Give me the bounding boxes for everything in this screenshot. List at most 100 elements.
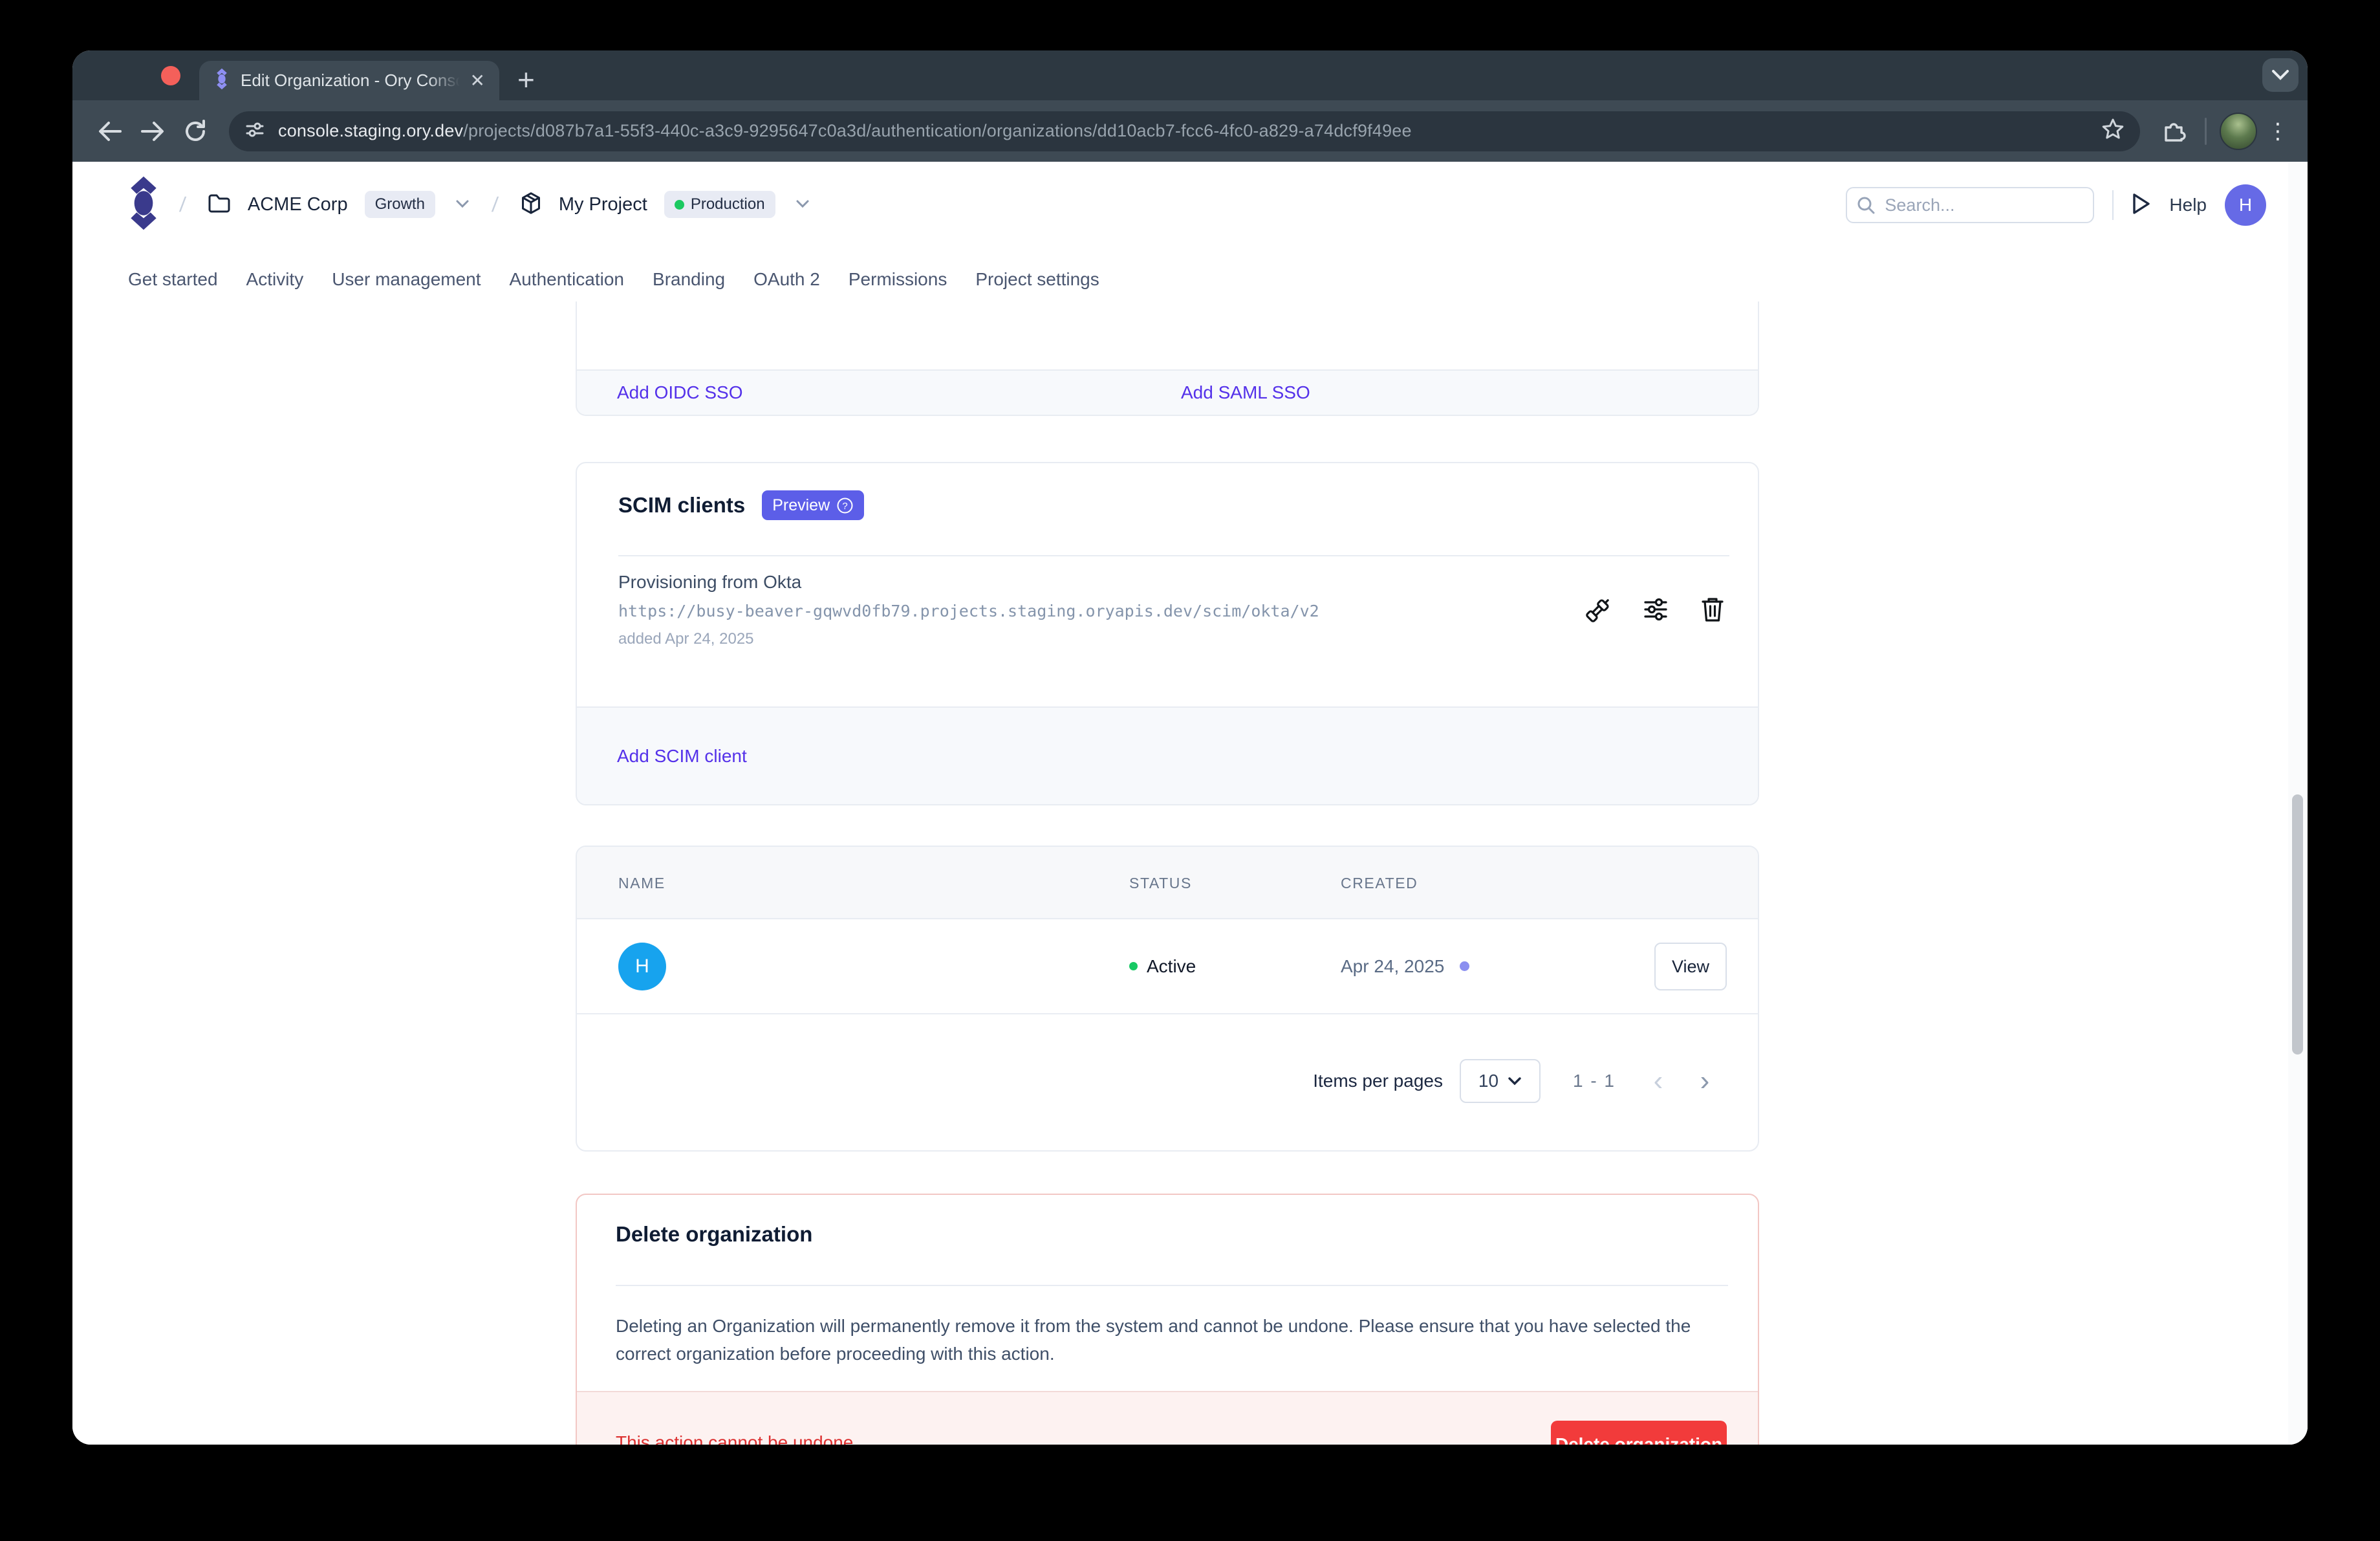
created-indicator-dot	[1460, 961, 1469, 971]
browser-window: Edit Organization - Ory Conso ✕ +	[72, 50, 2308, 1445]
table-row: H Active Apr 24, 2025 View	[577, 919, 1758, 1014]
breadcrumb-separator: /	[173, 193, 192, 217]
chevron-down-icon	[2271, 69, 2290, 82]
status-cell: Active	[1129, 919, 1196, 1013]
workspace-plan-badge: Growth	[365, 191, 435, 218]
forward-button[interactable]	[135, 113, 171, 149]
status-label: Active	[1147, 956, 1196, 977]
nav-permissions[interactable]: Permissions	[849, 269, 947, 290]
app-header: / ACME Corp Growth /	[72, 162, 2308, 301]
plug-icon	[1585, 595, 1613, 624]
status-dot	[1129, 962, 1138, 970]
user-avatar[interactable]: H	[2225, 184, 2266, 226]
reload-icon	[182, 118, 208, 144]
members-table-card: NAME STATUS CREATED H Active Apr 24, 202…	[576, 846, 1759, 1152]
nav-project-settings[interactable]: Project settings	[975, 269, 1099, 290]
nav-oauth2[interactable]: OAuth 2	[753, 269, 820, 290]
project-dropdown-button[interactable]	[795, 199, 810, 210]
previous-page-button[interactable]: ‹	[1644, 1067, 1672, 1095]
workspace-name[interactable]: ACME Corp	[248, 194, 348, 215]
extensions-button[interactable]	[2156, 113, 2192, 149]
items-per-page-label: Items per pages	[1313, 1071, 1443, 1091]
nav-activity[interactable]: Activity	[246, 269, 304, 290]
scim-card-header: SCIM clients Preview ?	[618, 490, 864, 520]
column-header-name: NAME	[618, 847, 665, 919]
play-icon	[2132, 192, 2151, 215]
nav-get-started[interactable]: Get started	[128, 269, 218, 290]
preview-badge: Preview ?	[762, 490, 864, 520]
puzzle-icon	[2161, 119, 2186, 144]
project-env-badge: Production	[664, 191, 775, 218]
created-date: Apr 24, 2025	[1341, 956, 1444, 977]
project-name[interactable]: My Project	[559, 194, 647, 215]
nav-user-management[interactable]: User management	[332, 269, 481, 290]
view-button[interactable]: View	[1654, 943, 1727, 990]
row-avatar: H	[618, 943, 666, 990]
project-package-icon	[520, 191, 542, 218]
desktop-background: Edit Organization - Ory Conso ✕ +	[0, 0, 2380, 1541]
nav-branding[interactable]: Branding	[653, 269, 725, 290]
add-scim-client-link[interactable]: Add SCIM client	[617, 746, 747, 767]
env-status-dot	[675, 200, 684, 210]
add-saml-sso-link[interactable]: Add SAML SSO	[1181, 382, 1310, 403]
sso-card-footer: Add OIDC SSO Add SAML SSO	[577, 369, 1758, 415]
nav-authentication[interactable]: Authentication	[510, 269, 624, 290]
new-tab-button[interactable]: +	[517, 63, 535, 96]
items-per-page-value: 10	[1478, 1071, 1498, 1091]
sso-card: Add OIDC SSO Add SAML SSO	[576, 301, 1759, 416]
browser-toolbar: console.staging.ory.dev/projects/d087b7a…	[72, 100, 2308, 162]
sliders-icon	[1641, 595, 1670, 624]
breadcrumb-separator: /	[486, 193, 504, 217]
delete-organization-card: Delete organization Deleting an Organiza…	[576, 1194, 1759, 1445]
trash-icon	[1699, 595, 1726, 624]
preview-badge-label: Preview	[772, 496, 830, 515]
svg-text:?: ?	[842, 501, 847, 512]
browser-menu-button[interactable]: ⋮	[2264, 120, 2292, 142]
items-per-page-select[interactable]: 10	[1460, 1059, 1541, 1103]
scim-client-added-date: added Apr 24, 2025	[618, 630, 754, 648]
project-env-label: Production	[691, 195, 765, 213]
close-window-button[interactable]	[161, 66, 180, 85]
url-bar[interactable]: console.staging.ory.dev/projects/d087b7a…	[229, 111, 2140, 151]
delete-organization-button[interactable]: Delete organization	[1551, 1421, 1727, 1445]
page-scrollbar[interactable]	[2288, 162, 2308, 1445]
project-nav: Get started Activity User management Aut…	[128, 257, 1099, 301]
delete-client-button[interactable]	[1698, 595, 1727, 624]
tab-close-icon[interactable]: ✕	[470, 72, 485, 90]
column-header-created: CREATED	[1341, 847, 1418, 919]
scim-client-url: https://busy-beaver-gqwvd0fb79.projects.…	[618, 602, 1319, 620]
toolbar-separator	[2205, 118, 2207, 145]
help-link[interactable]: Help	[2169, 195, 2207, 215]
info-icon[interactable]: ?	[836, 497, 854, 514]
chevron-down-icon	[455, 199, 470, 210]
workspace-folder-icon	[208, 193, 231, 217]
scrollbar-thumb[interactable]	[2292, 794, 2303, 1055]
workspace-dropdown-button[interactable]	[455, 199, 470, 210]
scim-card-title: SCIM clients	[618, 493, 745, 518]
ory-logo[interactable]	[129, 175, 158, 234]
search-input[interactable]	[1846, 187, 2094, 223]
test-connection-button[interactable]	[1585, 595, 1613, 624]
bookmark-star-icon[interactable]	[2101, 118, 2125, 144]
next-page-button[interactable]: ›	[1691, 1067, 1719, 1095]
add-oidc-sso-link[interactable]: Add OIDC SSO	[617, 382, 743, 403]
tab-title: Edit Organization - Ory Conso	[241, 71, 460, 91]
column-header-status: STATUS	[1129, 847, 1192, 919]
browser-tab[interactable]: Edit Organization - Ory Conso ✕	[199, 61, 499, 100]
breadcrumb: / ACME Corp Growth /	[129, 184, 810, 225]
tab-strip: Edit Organization - Ory Conso ✕ +	[72, 50, 2308, 100]
reload-button[interactable]	[177, 113, 213, 149]
tab-search-button[interactable]	[2262, 58, 2299, 92]
table-header-row: NAME STATUS CREATED	[577, 847, 1758, 919]
created-cell: Apr 24, 2025	[1341, 919, 1469, 1013]
workspace-plan-label: Growth	[375, 195, 425, 213]
url-path: /projects/d087b7a1-55f3-440c-a3c9-929564…	[463, 121, 1411, 140]
search-box	[1846, 187, 2094, 223]
browser-profile-avatar[interactable]	[2220, 113, 2257, 150]
back-button[interactable]	[92, 113, 128, 149]
run-tutorial-button[interactable]	[2132, 192, 2151, 219]
site-settings-icon[interactable]	[244, 119, 265, 143]
configure-client-button[interactable]	[1641, 595, 1670, 624]
table-pagination: Items per pages 10 1 - 1 ‹ ›	[577, 1012, 1758, 1150]
header-tools: Help H	[1846, 185, 2266, 225]
